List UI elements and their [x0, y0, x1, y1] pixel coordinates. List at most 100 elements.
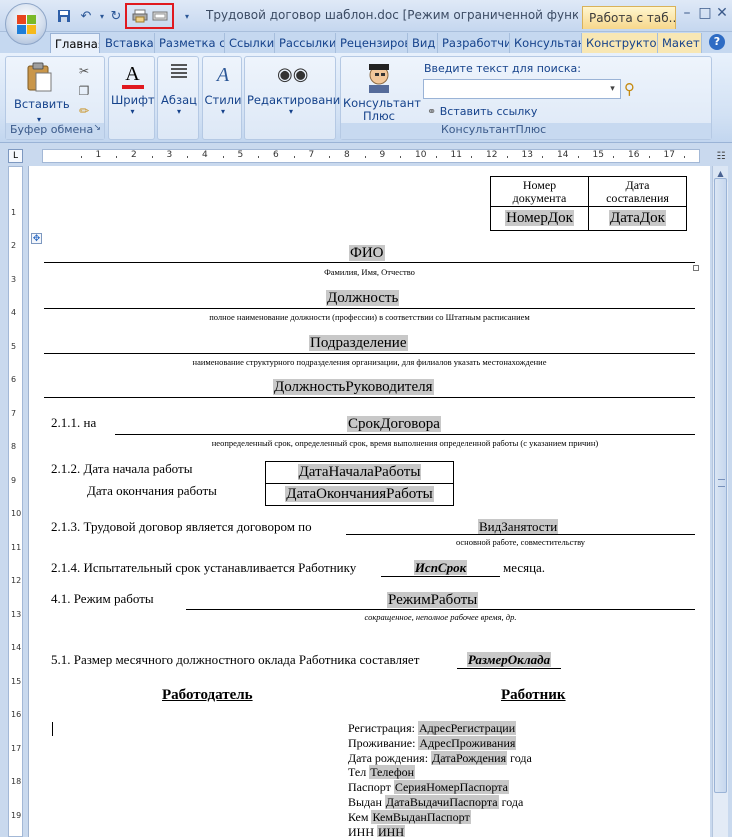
format-painter-icon[interactable]: ✏ — [76, 103, 92, 119]
tab-design[interactable]: Конструктор — [582, 33, 658, 53]
ruler-tick — [577, 156, 579, 158]
minimize-icon[interactable]: – — [678, 4, 696, 22]
editing-button[interactable]: ◉◉ Редактирование ▾ — [247, 61, 347, 116]
employee-detail-label: Дата рождения: — [348, 750, 432, 765]
department-field[interactable]: Подразделение — [309, 335, 408, 351]
ruler-number: 3 — [166, 150, 173, 160]
maximize-icon[interactable]: □ — [696, 4, 714, 22]
employee-detail-field[interactable]: АдресПроживания — [418, 735, 517, 750]
ruler-tick — [258, 156, 260, 158]
tab-stop-selector[interactable]: L — [8, 149, 23, 163]
help-icon[interactable]: ? — [709, 34, 725, 50]
search-icon[interactable]: ⚲ — [624, 80, 642, 98]
manager-position-line — [44, 397, 695, 398]
work-mode-field[interactable]: РежимРаботы — [387, 592, 479, 608]
tab-references[interactable]: Ссылки — [225, 33, 275, 53]
consultant-plus-label: Консультант Плюс — [343, 96, 421, 123]
redo-icon[interactable]: ↻ — [107, 7, 125, 25]
ruler-number: 15 — [592, 150, 604, 160]
consultant-avatar-icon — [363, 61, 395, 93]
employment-type-field[interactable]: ВидЗанятости — [478, 519, 559, 534]
ruler-number: 1 — [95, 150, 102, 160]
tab-view[interactable]: Вид — [408, 33, 438, 53]
tab-mailings[interactable]: Рассылки — [275, 33, 336, 53]
ribbon-tab-row: Главная Вставка Разметка ст Ссылки Рассы… — [0, 32, 732, 53]
consultant-plus-button[interactable]: Консультант Плюс — [343, 61, 421, 123]
consultant-search-input[interactable] — [423, 79, 621, 99]
tab-page-layout[interactable]: Разметка ст — [155, 33, 225, 53]
vertical-ruler[interactable]: 1234567891011121314151617181920 — [8, 166, 23, 837]
ruler-number: 2 — [11, 241, 17, 250]
dialog-launcher-icon[interactable]: ↘ — [93, 123, 101, 133]
paste-icon — [23, 61, 55, 93]
employee-detail-field[interactable]: СерияНомерПаспорта — [393, 780, 509, 795]
paragraph-button[interactable]: Абзац ▾ — [159, 61, 199, 116]
doc-date-cell[interactable]: ДатаДок — [588, 206, 687, 231]
paste-label: Вставить — [14, 97, 70, 111]
salary-field[interactable]: РазмерОклада — [466, 652, 552, 667]
link-icon: ⚭ — [427, 105, 437, 118]
document-page[interactable]: ✥ Номер документа Дата составления Номер… — [28, 166, 710, 837]
ruler-tick — [471, 156, 473, 158]
font-dropdown-icon: ▾ — [130, 107, 135, 116]
insert-link-button[interactable]: ⚭ Вставить ссылку — [427, 105, 537, 118]
ruler-number: 16 — [11, 710, 22, 719]
department-line — [44, 353, 695, 354]
employee-detail-field[interactable]: ДатаВыдачиПаспорта — [384, 795, 499, 809]
employee-detail-label: ИНН — [348, 824, 377, 837]
styles-button[interactable]: A Стили ▾ — [204, 61, 242, 116]
manager-position-field[interactable]: ДолжностьРуководителя — [273, 379, 434, 395]
fio-field[interactable]: ФИО — [349, 245, 385, 261]
ruler-number: 5 — [237, 150, 244, 160]
styles-icon: A — [216, 64, 230, 86]
tab-consultant[interactable]: Консультант — [510, 33, 582, 53]
customize-toolbar-icon[interactable]: ▾ — [178, 7, 196, 25]
vertical-scrollbar[interactable]: ▲ — [712, 166, 728, 837]
doc-date-header: Дата составления — [588, 176, 687, 207]
doc-number-field[interactable]: НомерДок — [505, 210, 574, 226]
paste-button[interactable]: Вставить ▾ — [14, 61, 70, 125]
tab-layout[interactable]: Макет — [658, 33, 702, 53]
scroll-thumb[interactable] — [714, 178, 727, 793]
ruler-tick — [80, 156, 82, 158]
ruler-number: 6 — [11, 375, 17, 384]
employee-detail-field[interactable]: ИНН — [377, 824, 405, 837]
doc-date-field[interactable]: ДатаДок — [609, 210, 666, 226]
doc-number-table: Номер документа Дата составления НомерДо… — [490, 176, 687, 231]
clipboard-group: Вставить ▾ ✂ ❐ ✏ Буфер обмена ↘ — [5, 56, 105, 140]
tab-review[interactable]: Рецензиров — [336, 33, 408, 53]
contract-term-field[interactable]: СрокДоговора — [347, 416, 441, 432]
department-caption: наименование структурного подразделения … — [192, 357, 547, 367]
employee-detail-suffix: года — [507, 750, 532, 765]
table-move-handle-icon[interactable]: ✥ — [31, 233, 42, 244]
employee-detail-field[interactable]: АдресРегистрации — [417, 721, 517, 735]
save-icon[interactable] — [55, 7, 73, 25]
copy-icon[interactable]: ❐ — [76, 83, 92, 99]
annotation-highlight-box — [125, 3, 174, 29]
ruler-number: 1 — [11, 207, 17, 217]
font-button[interactable]: A Шрифт ▾ — [111, 61, 155, 116]
tab-developer[interactable]: Разработчи — [438, 33, 510, 53]
view-ruler-icon[interactable]: ☷ — [713, 149, 729, 165]
employee-detail-line: Выдан ДатаВыдачиПаспорта года — [348, 795, 523, 810]
end-date-field[interactable]: ДатаОкончанияРаботы — [285, 486, 434, 502]
search-dropdown-icon[interactable]: ▾ — [605, 80, 620, 98]
employee-detail-field[interactable]: КемВыданПаспорт — [371, 809, 471, 824]
tab-home[interactable]: Главная — [50, 33, 100, 53]
cut-icon[interactable]: ✂ — [76, 63, 92, 79]
probation-field[interactable]: ИспСрок — [413, 560, 468, 575]
doc-number-cell[interactable]: НомерДок — [490, 206, 589, 231]
start-date-cell[interactable]: ДатаНачалаРаботы — [265, 461, 454, 484]
contract-term-caption: неопределенный срок, определенный срок, … — [211, 438, 599, 448]
employee-detail-field[interactable]: ДатаРождения — [431, 750, 508, 765]
ruler-tick — [400, 156, 402, 158]
office-button[interactable] — [5, 3, 47, 45]
end-date-cell[interactable]: ДатаОкончанияРаботы — [265, 483, 454, 506]
tab-insert[interactable]: Вставка — [101, 33, 155, 53]
close-icon[interactable]: ✕ — [713, 4, 731, 22]
employee-detail-field[interactable]: Телефон — [369, 765, 416, 780]
text-cursor — [52, 722, 53, 736]
start-date-field[interactable]: ДатаНачалаРаботы — [297, 464, 422, 480]
position-field[interactable]: Должность — [326, 290, 400, 306]
horizontal-ruler[interactable]: 123456789101112131415161718 — [42, 149, 700, 163]
